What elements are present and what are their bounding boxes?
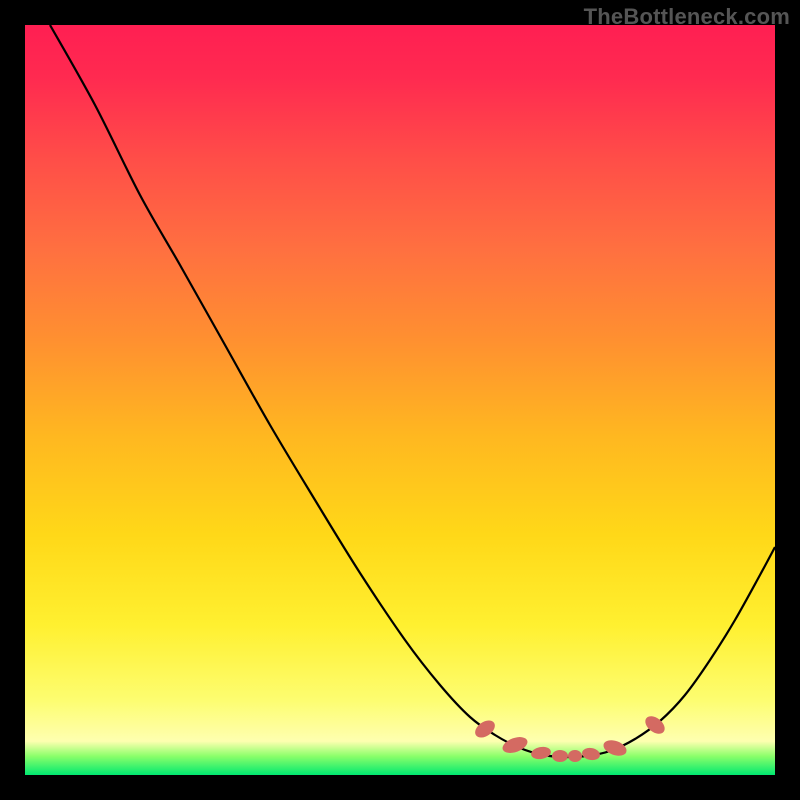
- data-marker: [552, 750, 568, 762]
- chart-container: TheBottleneck.com: [0, 0, 800, 800]
- chart-plot: [25, 25, 775, 775]
- gradient-background: [25, 25, 775, 775]
